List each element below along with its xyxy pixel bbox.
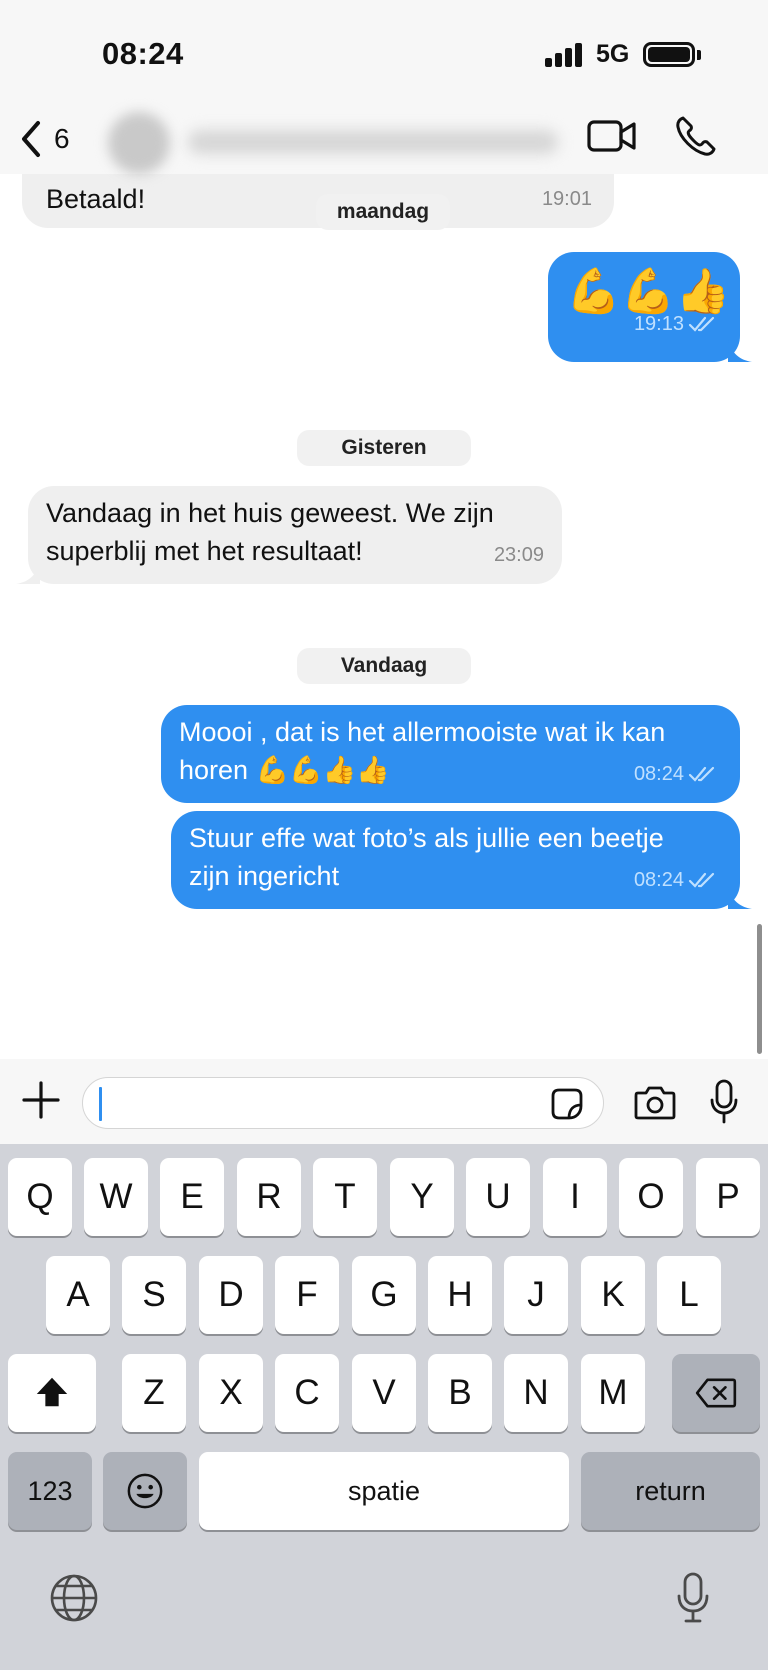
key-h[interactable]: H xyxy=(428,1256,492,1334)
message-time: 23:09 xyxy=(493,544,544,566)
key-k[interactable]: K xyxy=(581,1256,645,1334)
backspace-key[interactable] xyxy=(672,1354,760,1432)
message-meta: 08:24 xyxy=(634,755,718,793)
key-s[interactable]: S xyxy=(122,1256,186,1334)
bubble-tail xyxy=(16,562,40,584)
message-time: 19:13 xyxy=(633,313,684,335)
outgoing-message[interactable]: Stuur effe wat foto’s als jullie een bee… xyxy=(171,811,752,909)
message-meta: 23:09 xyxy=(494,536,544,574)
message-meta: 19:01 xyxy=(542,180,592,218)
incoming-message[interactable]: Vandaag in het huis geweest. We zijn sup… xyxy=(16,486,562,584)
read-receipt-icon xyxy=(688,316,715,332)
date-separator: maandag xyxy=(316,194,450,230)
emoji-icon xyxy=(127,1473,163,1509)
outgoing-message[interactable]: Moooi , dat is het allermooiste wat ik k… xyxy=(161,705,740,803)
date-label: maandag xyxy=(336,200,430,223)
key-e[interactable]: E xyxy=(160,1158,224,1236)
sticker-icon[interactable] xyxy=(550,1087,584,1121)
phone-icon[interactable] xyxy=(674,114,718,158)
bubble-tail xyxy=(728,340,752,362)
message-time: 08:24 xyxy=(633,869,684,891)
key-w[interactable]: W xyxy=(84,1158,148,1236)
network-type: 5G xyxy=(596,40,630,68)
key-q[interactable]: Q xyxy=(8,1158,72,1236)
date-separator: Gisteren xyxy=(297,430,471,466)
key-t[interactable]: T xyxy=(313,1158,377,1236)
avatar xyxy=(108,112,170,174)
on-screen-keyboard: Q W E R T Y U I O P A S D F G H J K L Z … xyxy=(0,1144,768,1670)
date-label: Gisteren xyxy=(341,436,427,459)
message-meta: 08:24 xyxy=(634,861,718,899)
key-l[interactable]: L xyxy=(657,1256,721,1334)
return-key[interactable]: return xyxy=(581,1452,760,1530)
key-n[interactable]: N xyxy=(504,1354,568,1432)
message-time: 19:01 xyxy=(541,188,592,210)
read-receipt-icon xyxy=(688,872,715,888)
video-camera-icon[interactable] xyxy=(586,114,638,158)
key-c[interactable]: C xyxy=(275,1354,339,1432)
status-bar: 08:24 5G xyxy=(0,0,768,110)
key-f[interactable]: F xyxy=(275,1256,339,1334)
backspace-icon xyxy=(695,1378,737,1408)
key-m[interactable]: M xyxy=(581,1354,645,1432)
key-z[interactable]: Z xyxy=(122,1354,186,1432)
key-a[interactable]: A xyxy=(46,1256,110,1334)
shift-icon xyxy=(36,1377,68,1407)
key-x[interactable]: X xyxy=(199,1354,263,1432)
contact-name-redacted xyxy=(188,130,558,154)
key-u[interactable]: U xyxy=(466,1158,530,1236)
back-button[interactable]: 6 xyxy=(18,114,70,164)
chat-thread[interactable]: Betaald! 19:01 maandag 💪💪👍 19:13 Gistere… xyxy=(0,174,768,1059)
scrollbar[interactable] xyxy=(757,924,762,1054)
key-g[interactable]: G xyxy=(352,1256,416,1334)
key-d[interactable]: D xyxy=(199,1256,263,1334)
emoji-key[interactable] xyxy=(103,1452,187,1530)
key-o[interactable]: O xyxy=(619,1158,683,1236)
shift-key[interactable] xyxy=(8,1354,96,1432)
plus-icon[interactable] xyxy=(22,1081,60,1119)
message-composer xyxy=(0,1059,768,1144)
battery-icon xyxy=(643,42,695,67)
date-label: Vandaag xyxy=(340,654,428,677)
unread-count: 6 xyxy=(54,123,70,154)
outgoing-message[interactable]: 💪💪👍 19:13 xyxy=(548,252,752,362)
globe-icon[interactable] xyxy=(48,1572,100,1624)
numbers-key[interactable]: 123 xyxy=(8,1452,92,1530)
key-b[interactable]: B xyxy=(428,1354,492,1432)
key-y[interactable]: Y xyxy=(390,1158,454,1236)
message-meta: 19:13 xyxy=(634,296,718,352)
read-receipt-icon xyxy=(688,766,715,782)
status-time: 08:24 xyxy=(102,36,184,71)
key-j[interactable]: J xyxy=(504,1256,568,1334)
contact-info[interactable] xyxy=(108,110,568,174)
key-r[interactable]: R xyxy=(237,1158,301,1236)
key-p[interactable]: P xyxy=(696,1158,760,1236)
bubble-tail xyxy=(728,887,752,909)
message-input[interactable] xyxy=(101,1084,521,1122)
key-v[interactable]: V xyxy=(352,1354,416,1432)
key-i[interactable]: I xyxy=(543,1158,607,1236)
dictation-mic-icon[interactable] xyxy=(676,1572,710,1624)
message-text: Vandaag in het huis geweest. We zijn sup… xyxy=(46,498,494,566)
date-separator: Vandaag xyxy=(297,648,471,684)
camera-icon[interactable] xyxy=(634,1083,676,1121)
cellular-signal-icon xyxy=(545,43,585,67)
microphone-icon[interactable] xyxy=(709,1079,739,1125)
message-input-box[interactable] xyxy=(82,1077,604,1129)
chat-header: 6 xyxy=(0,110,768,174)
battery-tip xyxy=(697,50,701,60)
space-key[interactable]: spatie xyxy=(199,1452,569,1530)
chevron-left-icon xyxy=(22,121,40,157)
message-time: 08:24 xyxy=(633,763,684,785)
